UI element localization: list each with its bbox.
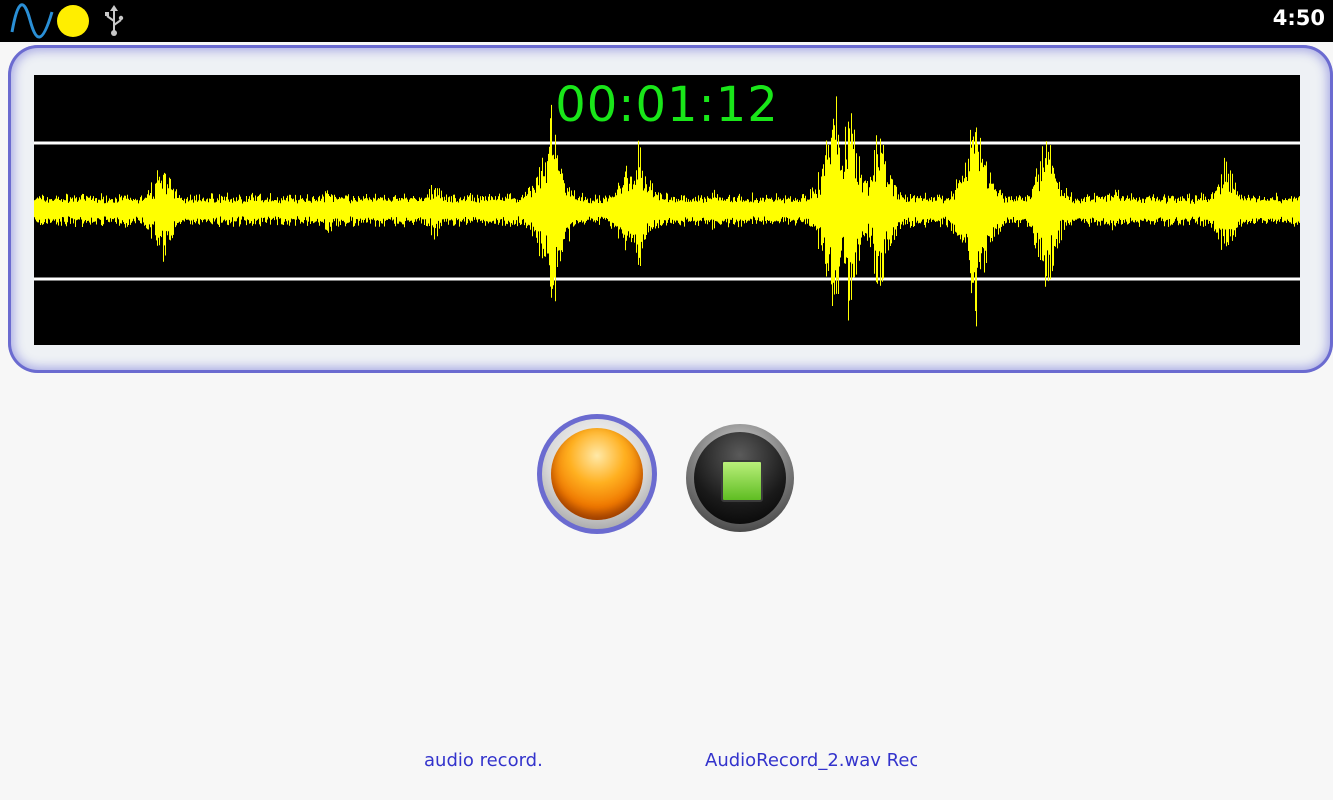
- record-icon: [551, 428, 643, 520]
- elapsed-time: 00:01:12: [555, 77, 779, 133]
- usb-icon: [105, 5, 124, 36]
- record-button[interactable]: [537, 414, 657, 534]
- stop-button[interactable]: [686, 424, 794, 532]
- waveform-display: 00:01:12: [34, 75, 1300, 345]
- status-bar: 4:50: [0, 0, 1333, 42]
- stop-button-core: [694, 432, 786, 524]
- file-name-marquee: AudioRecord_2.wav Recording: [705, 750, 917, 776]
- status-text: audio record.: [424, 750, 543, 771]
- status-clock: 4:50: [1272, 6, 1325, 30]
- waveform-app-icon: [10, 3, 54, 39]
- notification-dot-icon: [57, 5, 89, 37]
- record-button-ring: [542, 419, 652, 529]
- stop-icon: [721, 460, 763, 502]
- file-name-text: AudioRecord_2.wav Recording: [705, 750, 917, 771]
